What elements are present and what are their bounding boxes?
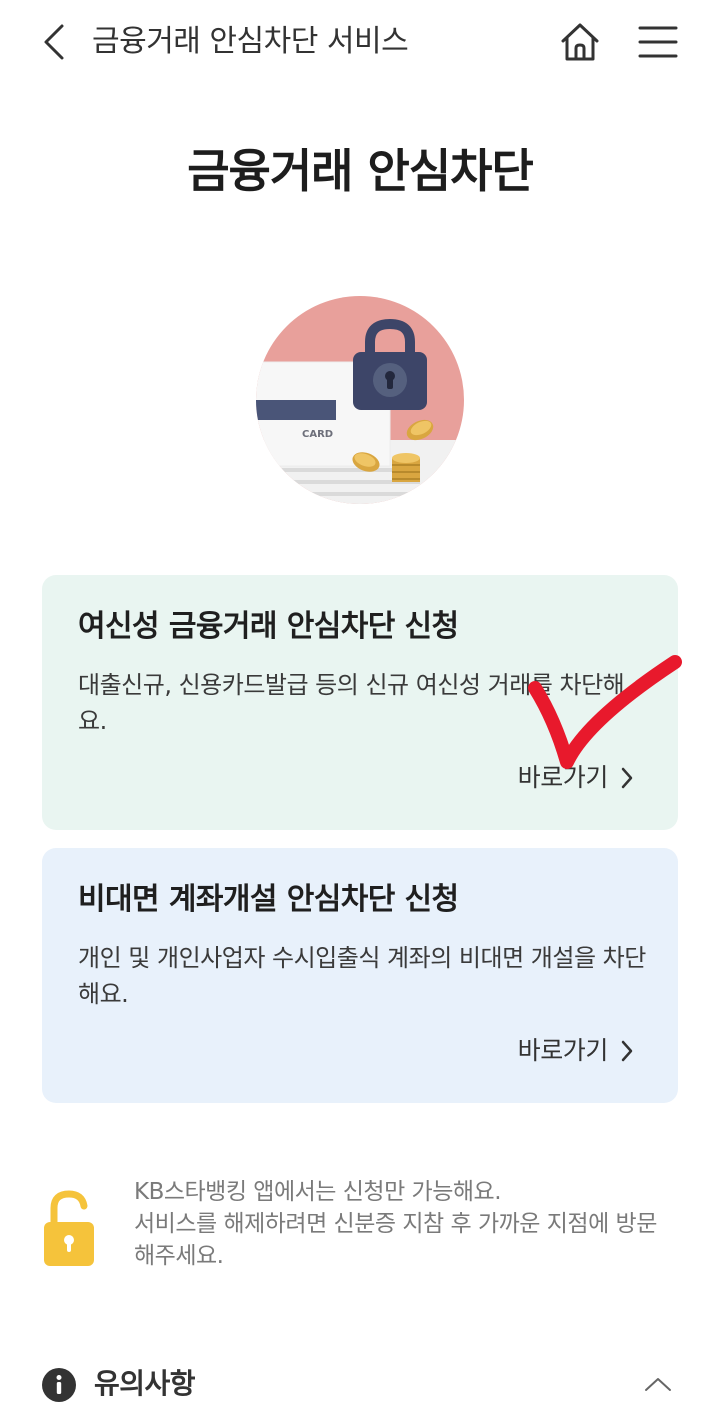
red-checkmark-annotation [525, 650, 685, 775]
hamburger-menu-icon [638, 26, 678, 58]
card-title: 비대면 계좌개설 안심차단 신청 [78, 882, 459, 917]
back-button[interactable] [34, 22, 74, 62]
home-icon [561, 23, 599, 61]
notice-line-1: KB스타뱅킹 앱에서는 신청만 가능해요. [134, 1179, 502, 1205]
chevron-left-icon [44, 24, 64, 60]
card-label: CARD [302, 429, 333, 440]
chevron-right-icon [620, 1039, 634, 1063]
notice-line-2: 서비스를 해제하려면 신분증 지참 후 가까운 지점에 방문해주세요. [134, 1211, 657, 1269]
header-title: 금융거래 안심차단 서비스 [92, 24, 409, 59]
caution-section-header[interactable]: 유의사항 [42, 1360, 678, 1410]
menu-button[interactable] [634, 18, 682, 66]
goto-label: 바로가기 [517, 1036, 609, 1065]
chevron-up-icon[interactable] [638, 1366, 678, 1402]
hero-illustration: CARD [240, 290, 480, 510]
card-description: 개인 및 개인사업자 수시입출식 계좌의 비대면 개설을 차단해요. [78, 944, 646, 1008]
goto-account-block-link[interactable]: 바로가기 [518, 1033, 634, 1069]
card-title: 여신성 금융거래 안심차단 신청 [78, 609, 459, 644]
account-block-card[interactable]: 비대면 계좌개설 안심차단 신청 개인 및 개인사업자 수시입출식 계좌의 비대… [42, 848, 678, 1103]
unlocked-padlock-icon [42, 1188, 96, 1268]
home-button[interactable] [556, 18, 604, 66]
top-bar: 금융거래 안심차단 서비스 [0, 0, 720, 86]
caution-label: 유의사항 [94, 1367, 196, 1400]
page-title: 금융거래 안심차단 [187, 144, 534, 198]
info-icon [42, 1368, 76, 1402]
